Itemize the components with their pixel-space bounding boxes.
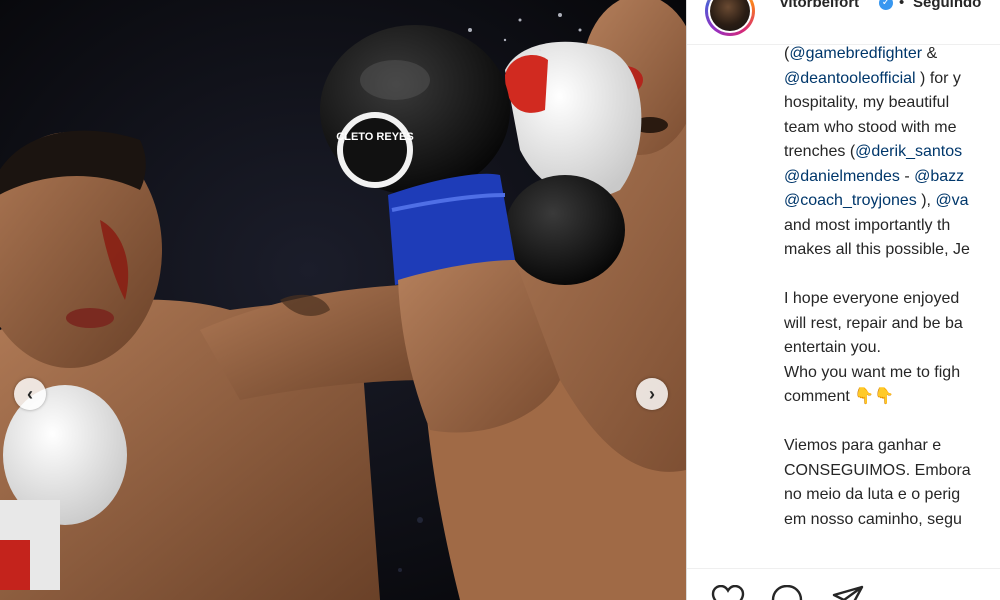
post-sidebar: (@gamebredfighter & @deantooleofficial ) … [686,0,1000,600]
chevron-right-icon: › [649,383,655,404]
caption-text: em nosso caminho, segu [784,510,962,528]
avatar[interactable] [708,0,752,33]
separator-dot: • [899,0,905,11]
caption-line: comment 👇👇 [784,385,1000,410]
avatar-image [710,0,750,31]
caption-line: CONSEGUIMOS. Embora [784,459,1000,484]
caption-text: comment 👇👇 [784,388,895,405]
mention-link[interactable]: @derik_santos [855,143,962,160]
heart-icon[interactable] [711,585,745,600]
mention-link[interactable]: @coach_troyjones [784,192,917,209]
glove-brand-text: CLETO REYES [336,131,413,143]
mention-link[interactable]: @danielmendes [784,168,900,185]
mention-link[interactable]: @deantooleofficial [784,70,916,87]
caption-text: & [922,45,938,62]
caption-line: hospitality, my beautiful [784,91,1000,116]
caption-text: makes all this possible, Je [784,241,970,258]
mention-link[interactable]: @bazz [914,168,964,185]
caption-line: @deantooleofficial ) for y [784,67,1000,92]
caption-text: hospitality, my beautiful [784,94,950,111]
avatar-story-ring[interactable] [705,0,755,36]
caption-text: and most importantly th [784,216,951,234]
post-actions-bar [687,568,1000,600]
caption-text: I hope everyone enjoyed [784,290,960,307]
caption-line: will rest, repair and be ba [784,312,1000,337]
caption-line: em nosso caminho, segu [784,508,1000,533]
caption-text: team who stood with me [784,118,957,136]
following-button[interactable]: Seguindo [913,0,981,11]
caption-text: ), [916,192,936,209]
caption-line: trenches (@derik_santos [784,140,1000,165]
post-photo: CLETO REYES ‹ › [0,0,686,600]
caption-line: (@gamebredfighter & [784,42,1000,67]
caption-line: no meio da luta e o perig [784,483,1000,508]
caption-text: CONSEGUIMOS. Embora [784,461,971,479]
caption-text: will rest, repair and be ba [784,314,963,332]
post-caption: (@gamebredfighter & @deantooleofficial ) … [784,42,1000,532]
caption-line: Viemos para ganhar e [784,434,1000,459]
mention-link[interactable]: @va [935,192,968,209]
caption-text: no meio da luta e o perig [784,486,961,503]
caption-line: @danielmendes - @bazz [784,165,1000,190]
mention-link[interactable]: @gamebredfighter [789,45,922,62]
caption-line: and most importantly th [784,214,1000,239]
next-photo-button[interactable]: › [636,378,668,410]
caption-text: Who you want me to figh [784,363,961,381]
verified-badge-icon: ✓ [879,0,893,10]
username-link[interactable]: vitorbelfort [780,0,859,11]
caption-line: team who stood with me [784,116,1000,141]
caption-line: Who you want me to figh [784,361,1000,386]
prev-photo-button[interactable]: ‹ [14,378,46,410]
caption-text: ) for y [915,69,961,87]
caption-line: I hope everyone enjoyed [784,287,1000,312]
caption-line: makes all this possible, Je [784,238,1000,263]
caption-text: trenches ( [784,143,856,160]
chevron-left-icon: ‹ [27,383,33,404]
caption-text: - [899,167,915,185]
caption-text: Viemos para ganhar e [784,437,942,454]
caption-text: entertain you. [784,339,881,356]
share-icon[interactable] [832,585,864,600]
comment-icon[interactable] [770,585,804,600]
caption-line: entertain you. [784,336,1000,361]
post-header: vitorbelfort ✓ • Seguindo [687,0,1000,45]
boxing-photo-illustration: CLETO REYES [0,0,686,600]
caption-line: @coach_troyjones ), @va [784,189,1000,214]
